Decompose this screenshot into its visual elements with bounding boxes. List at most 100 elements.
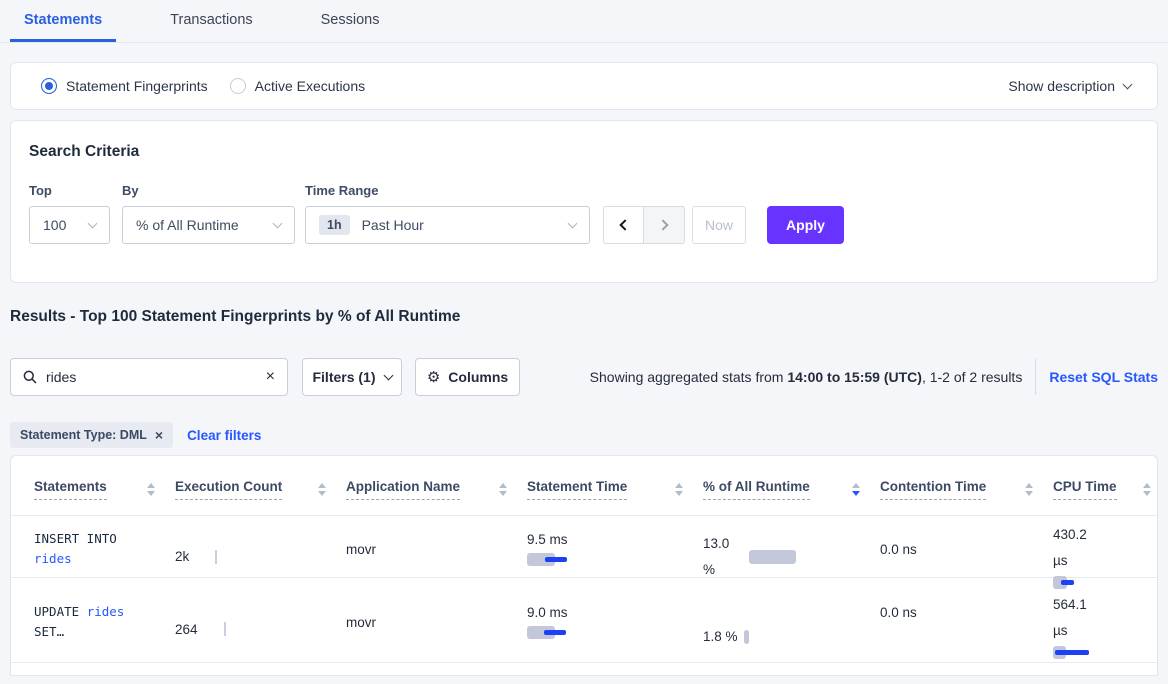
chevron-down-icon	[1123, 79, 1133, 89]
previous-time-button[interactable]	[603, 206, 644, 244]
active-executions-label[interactable]: Active Executions	[255, 78, 366, 94]
bar-blue	[545, 557, 567, 562]
cpu-time-value: 430.2 µs	[1053, 522, 1099, 574]
remove-filter-icon[interactable]: ×	[155, 427, 163, 443]
tab-transactions[interactable]: Transactions	[156, 0, 266, 42]
sort-arrows[interactable]	[318, 483, 326, 496]
aggregated-stats-text: Showing aggregated stats from 14:00 to 1…	[590, 369, 1023, 385]
execution-count-value: 2k	[175, 549, 189, 564]
column-header-label: Application Name	[346, 479, 460, 500]
top-select[interactable]: 100	[29, 206, 110, 244]
divider	[1035, 359, 1036, 395]
pct-runtime-bar	[744, 630, 749, 644]
search-criteria-form: Top 100 By % of All Runtime Time Range 1…	[29, 183, 1139, 244]
search-criteria-title: Search Criteria	[29, 143, 1139, 161]
column-header-application-name[interactable]: Application Name	[346, 456, 527, 515]
pct-runtime-value: 13.0 %	[703, 531, 745, 583]
stats-prefix: Showing aggregated stats from	[590, 369, 788, 385]
time-range-label: Time Range	[305, 183, 603, 198]
clear-filters-link[interactable]: Clear filters	[187, 428, 261, 443]
column-header-pct-runtime[interactable]: % of All Runtime	[703, 456, 880, 515]
cpu-time-value: 564.1 µs	[1053, 592, 1099, 644]
by-select-value: % of All Runtime	[136, 217, 239, 233]
sort-up-icon	[675, 483, 683, 488]
filter-chip-row: Statement Type: DML × Clear filters	[10, 422, 1158, 448]
columns-button[interactable]: ⚙ Columns	[415, 358, 520, 396]
execution-count-value: 264	[175, 622, 198, 637]
search-box[interactable]: ×	[10, 358, 288, 396]
time-range-value: Past Hour	[362, 217, 424, 233]
pct-runtime-cell: 1.8 %	[703, 578, 880, 662]
by-select[interactable]: % of All Runtime	[122, 206, 295, 244]
time-range-select[interactable]: 1h Past Hour	[305, 206, 590, 244]
by-field: By % of All Runtime	[122, 183, 305, 244]
column-header-cpu-time[interactable]: CPU Time	[1053, 456, 1157, 515]
column-header-label: % of All Runtime	[703, 479, 810, 500]
view-toggle-bar: Statement Fingerprints Active Executions…	[10, 62, 1158, 110]
time-range-badge: 1h	[319, 215, 350, 235]
execution-count-bar	[224, 622, 226, 636]
next-time-button[interactable]	[644, 206, 685, 244]
time-range-field: Time Range 1h Past Hour	[305, 183, 603, 244]
show-description-toggle[interactable]: Show description	[1008, 78, 1131, 94]
column-header-statement-time[interactable]: Statement Time	[527, 456, 703, 515]
reset-sql-stats-link[interactable]: Reset SQL Stats	[1049, 369, 1158, 385]
tab-statements[interactable]: Statements	[10, 0, 116, 42]
statement-time-value: 9.0 ms	[527, 605, 703, 620]
sort-arrows[interactable]	[147, 483, 155, 496]
column-header-label: Statement Time	[527, 479, 627, 500]
sort-arrows[interactable]	[1025, 483, 1033, 496]
stats-suffix: , 1-2 of 2 results	[922, 369, 1022, 385]
sort-arrows[interactable]	[675, 483, 683, 496]
sort-down-active-icon	[852, 491, 860, 496]
column-header-label: Contention Time	[880, 479, 986, 500]
search-icon	[23, 370, 37, 384]
pct-runtime-bar	[749, 550, 796, 564]
apply-button[interactable]: Apply	[767, 206, 844, 244]
top-select-value: 100	[43, 217, 66, 233]
bar-blue	[1055, 650, 1089, 655]
filter-chip: Statement Type: DML ×	[10, 422, 173, 448]
gear-icon: ⚙	[427, 368, 440, 386]
now-button[interactable]: Now	[692, 206, 746, 244]
column-header-label: Execution Count	[175, 479, 282, 500]
sort-down-icon	[147, 491, 155, 496]
contention-time-cell: 0.0 ns	[880, 578, 1053, 662]
column-header-statements[interactable]: Statements	[34, 456, 175, 515]
chevron-down-icon	[273, 218, 283, 228]
tab-sessions[interactable]: Sessions	[307, 0, 394, 42]
sort-arrows[interactable]	[499, 483, 507, 496]
clear-search-icon[interactable]: ×	[266, 369, 275, 385]
radio-active-executions[interactable]	[230, 78, 246, 94]
application-name-value: movr	[346, 615, 376, 630]
filter-chip-label: Statement Type: DML	[20, 428, 147, 442]
results-heading: Results - Top 100 Statement Fingerprints…	[10, 307, 1158, 327]
bar-blue	[544, 630, 566, 635]
sort-arrows[interactable]	[1143, 483, 1151, 496]
radio-statement-fingerprints[interactable]	[41, 78, 57, 94]
cpu-time-cell: 430.2 µs	[1053, 516, 1157, 590]
sort-arrows-active[interactable]	[852, 483, 860, 496]
sort-up-icon	[318, 483, 326, 488]
statements-table: Statements Execution Count Application N…	[10, 455, 1158, 676]
sort-up-icon	[1025, 483, 1033, 488]
sort-down-icon	[1025, 491, 1033, 496]
show-description-label: Show description	[1008, 78, 1115, 94]
statement-cell: UPDATE rides SET…	[34, 578, 175, 662]
sql-keyword: UPDATE	[34, 604, 79, 619]
statement-fingerprints-label[interactable]: Statement Fingerprints	[66, 78, 208, 94]
sort-down-icon	[318, 491, 326, 496]
filters-button-label: Filters (1)	[312, 369, 375, 385]
column-header-contention-time[interactable]: Contention Time	[880, 456, 1053, 515]
results-toolbar: × Filters (1) ⚙ Columns Showing aggregat…	[10, 358, 1158, 396]
statement-link[interactable]: rides	[34, 551, 72, 566]
search-input[interactable]	[46, 369, 266, 385]
filters-button[interactable]: Filters (1)	[302, 358, 402, 396]
statement-time-bar	[527, 553, 703, 567]
sort-down-icon	[1143, 491, 1151, 496]
sort-up-icon	[499, 483, 507, 488]
column-header-execution-count[interactable]: Execution Count	[175, 456, 346, 515]
chevron-down-icon	[568, 218, 578, 228]
statement-link[interactable]: rides	[87, 604, 125, 619]
tab-bar: Statements Transactions Sessions	[0, 0, 1168, 43]
